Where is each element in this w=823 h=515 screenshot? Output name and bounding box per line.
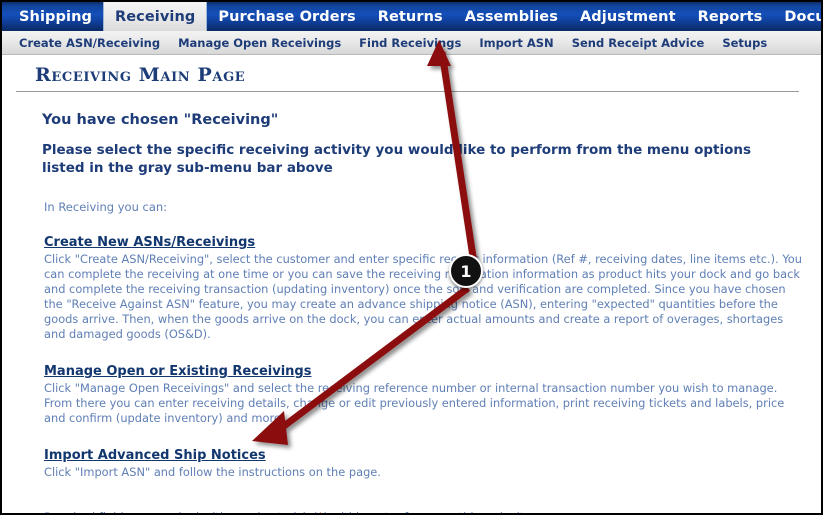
- subnav-item-label: Create ASN/Receiving: [19, 35, 161, 50]
- app-window: Shipping Receiving Purchase Orders Retur…: [0, 0, 823, 515]
- subnav-item-label: Setups: [722, 35, 768, 50]
- section-import-asn: Import Advanced Ship Notices Click "Impo…: [44, 444, 804, 480]
- subnav-item-label: Manage Open Receivings: [178, 35, 342, 50]
- chosen-module-heading: You have chosen "Receiving": [42, 112, 279, 128]
- subnav-item-label: Find Receivings: [359, 35, 462, 50]
- subnav-item-send-receipt-advice[interactable]: Send Receipt Advice: [563, 36, 714, 50]
- nav-tab-label: Reports: [697, 8, 763, 25]
- callout-badge-label: 1: [460, 261, 472, 281]
- sub-navigation-bar: Create ASN/Receiving Manage Open Receivi…: [2, 31, 821, 55]
- nav-tab-purchase-orders[interactable]: Purchase Orders: [207, 2, 366, 31]
- nav-tab-returns[interactable]: Returns: [367, 2, 454, 31]
- nav-tab-label: Assemblies: [464, 8, 558, 25]
- page-title: Receiving Main Page: [35, 64, 246, 86]
- subnav-item-label: Import ASN: [479, 35, 554, 50]
- subnav-item-label: Send Receipt Advice: [571, 35, 705, 50]
- nav-tab-label: Documents: [784, 8, 821, 25]
- section-description: Click "Manage Open Receivings" and selec…: [44, 381, 785, 426]
- subnav-item-manage-open-receivings[interactable]: Manage Open Receivings: [169, 36, 350, 50]
- instruction-subheading: Please select the specific receiving act…: [42, 142, 752, 176]
- footnote-text-after: ) within entry forms on this web site.: [323, 510, 535, 513]
- subnav-item-create-asn-receiving[interactable]: Create ASN/Receiving: [10, 36, 169, 50]
- nav-tab-label: Returns: [377, 8, 443, 25]
- subnav-item-setups[interactable]: Setups: [713, 36, 776, 50]
- section-description: Click "Import ASN" and follow the instru…: [44, 465, 381, 480]
- section-create-asn: Create New ASNs/Receivings Click "Create…: [44, 231, 804, 342]
- nav-tab-label: Adjustment: [579, 8, 676, 25]
- link-import-advanced-ship-notices[interactable]: Import Advanced Ship Notices: [44, 448, 266, 463]
- main-content-panel: Receiving Main Page You have chosen "Rec…: [2, 55, 821, 513]
- required-fields-note: Required fields are marked with a red as…: [44, 510, 807, 513]
- nav-tab-shipping[interactable]: Shipping: [8, 2, 103, 31]
- main-navigation-bar: Shipping Receiving Purchase Orders Retur…: [2, 2, 821, 31]
- nav-tab-assemblies[interactable]: Assemblies: [454, 2, 569, 31]
- link-manage-open-or-existing-receivings[interactable]: Manage Open or Existing Receivings: [44, 364, 311, 379]
- nav-tab-label: Shipping: [19, 8, 92, 25]
- subnav-item-find-receivings[interactable]: Find Receivings: [350, 36, 470, 50]
- intro-text: In Receiving you can:: [44, 199, 168, 214]
- section-description: Click "Create ASN/Receiving", select the…: [44, 251, 802, 342]
- nav-tab-receiving[interactable]: Receiving: [102, 2, 208, 31]
- subnav-item-import-asn[interactable]: Import ASN: [470, 36, 562, 50]
- nav-tab-adjustment[interactable]: Adjustment: [569, 2, 687, 31]
- footnote-text-before: Required fields are marked with a red as…: [44, 510, 317, 513]
- callout-badge-1: 1: [449, 254, 483, 288]
- nav-tab-reports[interactable]: Reports: [687, 2, 774, 31]
- nav-tab-label: Purchase Orders: [218, 8, 356, 25]
- nav-tab-documents[interactable]: Documents: [773, 2, 821, 31]
- link-create-new-asns-receivings[interactable]: Create New ASNs/Receivings: [44, 235, 255, 250]
- section-manage-receivings: Manage Open or Existing Receivings Click…: [44, 360, 804, 426]
- content-body: You have chosen "Receiving" Please selec…: [16, 92, 807, 513]
- nav-tab-label: Receiving: [114, 8, 196, 25]
